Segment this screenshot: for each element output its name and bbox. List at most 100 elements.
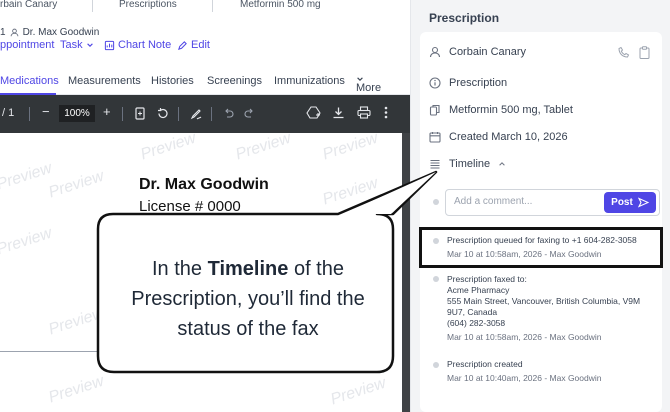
timeline-entry: Prescription faxed to: Acme Pharmacy 555… (447, 274, 659, 343)
breadcrumb-separator (92, 0, 93, 12)
tab-bar: Medications Measurements Histories Scree… (0, 68, 410, 95)
post-button[interactable]: Post (604, 192, 656, 213)
zoom-in-icon[interactable]: + (103, 104, 111, 119)
timeline-toggle[interactable]: Timeline (429, 158, 506, 170)
chevron-up-icon (499, 162, 505, 166)
print-icon[interactable] (357, 106, 371, 119)
timeline-entry: Prescription created Mar 10 at 10:40am, … (447, 359, 602, 384)
breadcrumb-item-patient[interactable]: rbain Canary (0, 0, 57, 10)
prescription-panel: Prescription Corbain Canary Prescription… (410, 0, 670, 412)
download-icon[interactable] (332, 106, 345, 119)
pdf-toolbar: / 1 − 100% + (0, 95, 410, 133)
tab-histories[interactable]: Histories (151, 75, 194, 87)
toolbar-divider (122, 107, 123, 121)
tab-screenings[interactable]: Screenings (207, 75, 262, 87)
chart-note-button[interactable]: Chart Note (104, 39, 171, 51)
prescription-type: Prescription (449, 77, 508, 89)
timeline-entry-line: 9U7, Canada (447, 307, 498, 317)
zoom-level[interactable]: 100% (59, 105, 95, 122)
timeline-dot (433, 199, 439, 205)
zoom-out-icon[interactable]: − (42, 104, 50, 119)
draw-icon[interactable] (190, 107, 203, 120)
document-rule (0, 351, 110, 352)
fit-page-icon[interactable] (134, 107, 146, 120)
tab-medications[interactable]: Medications (0, 75, 59, 87)
breadcrumb-item-medication[interactable]: Metformin 500 mg (240, 0, 321, 10)
document-provider-name: Dr. Max Goodwin (139, 176, 269, 193)
medication-row: Metformin 500 mg, Tablet (429, 104, 573, 116)
info-icon (429, 77, 441, 89)
more-options-icon[interactable] (384, 106, 388, 119)
breadcrumb-separator (212, 0, 213, 12)
watermark: Preview (0, 224, 54, 259)
document-license: License # 0000 (139, 198, 241, 215)
comment-input[interactable] (454, 196, 594, 207)
callout-text-before: In the (152, 258, 208, 280)
watermark: Preview (320, 133, 380, 164)
comment-box: Post (445, 189, 660, 216)
tab-immunizations[interactable]: Immunizations (274, 75, 345, 87)
user-icon (429, 46, 441, 58)
post-label: Post (611, 197, 633, 208)
clipboard-icon[interactable] (639, 45, 650, 59)
toolbar-divider (29, 107, 30, 121)
watermark: Preview (0, 159, 54, 194)
chevron-down-icon (86, 43, 93, 47)
pill-icon (429, 104, 440, 116)
timeline-entry-line: (604) 282-3058 (447, 318, 506, 328)
tab-more-label: More (356, 82, 382, 94)
save-drive-icon[interactable] (306, 106, 321, 120)
breadcrumb-item-prescriptions[interactable]: Prescriptions (119, 0, 177, 10)
timeline-dot (433, 276, 439, 282)
patient-header-prefix: 1 (0, 27, 6, 38)
watermark: Preview (233, 133, 293, 164)
patient-name[interactable]: Corbain Canary (449, 46, 526, 58)
page-indicator: / 1 (2, 107, 15, 119)
phone-icon[interactable] (617, 46, 630, 59)
list-icon (430, 159, 440, 169)
breadcrumb: rbain Canary Prescriptions Metformin 500… (0, 0, 410, 12)
created-date: Created March 10, 2026 (449, 131, 568, 143)
timeline-entry-line: Acme Pharmacy (447, 285, 510, 295)
send-icon (637, 197, 649, 208)
toolbar-divider (211, 107, 212, 121)
rotate-icon[interactable] (156, 107, 169, 120)
provider-name: Dr. Max Goodwin (22, 27, 100, 38)
timeline-entry-line: 555 Main Street, Vancouver, British Colu… (447, 296, 641, 306)
callout-text: In the Timeline of the Prescription, you… (103, 254, 393, 344)
timeline-entry-title: Prescription created (447, 359, 523, 369)
edit-button[interactable]: Edit (177, 39, 210, 51)
tab-measurements[interactable]: Measurements (68, 75, 141, 87)
prescription-card: Corbain Canary Prescription Metformin 50… (420, 32, 662, 412)
timeline-label: Timeline (449, 158, 491, 170)
chart-note-label: Chart Note (118, 39, 172, 51)
watermark: Preview (46, 304, 106, 339)
callout-text-bold: Timeline (207, 258, 289, 280)
appointment-button[interactable]: ppointment (0, 39, 54, 51)
edit-label: Edit (191, 39, 210, 51)
edit-icon (178, 40, 187, 50)
watermark: Preview (138, 133, 198, 164)
calendar-icon (429, 132, 441, 143)
timeline-entry-time: Mar 10 at 10:58am, 2026 - Max Goodwin (447, 332, 602, 342)
medication-name: Metformin 500 mg, Tablet (449, 104, 573, 116)
watermark: Preview (46, 167, 106, 202)
main-pane: rbain Canary Prescriptions Metformin 500… (0, 0, 410, 412)
redo-icon[interactable] (244, 108, 255, 119)
created-row: Created March 10, 2026 (429, 131, 568, 143)
type-row: Prescription (429, 77, 507, 89)
user-icon (10, 28, 18, 37)
watermark: Preview (320, 174, 380, 209)
toolbar-divider (178, 107, 179, 121)
watermark: Preview (328, 374, 388, 409)
timeline-entry-title: Prescription faxed to: (447, 274, 527, 284)
patient-row: Corbain Canary (429, 45, 655, 59)
chart-note-icon (104, 40, 115, 50)
panel-title: Prescription (429, 11, 500, 25)
watermark: Preview (46, 372, 106, 407)
undo-icon[interactable] (223, 108, 234, 119)
timeline-dot (433, 362, 439, 368)
viewer-scrollbar[interactable] (402, 133, 410, 412)
tab-more[interactable]: More (356, 75, 381, 94)
task-button[interactable]: Task (60, 39, 94, 51)
